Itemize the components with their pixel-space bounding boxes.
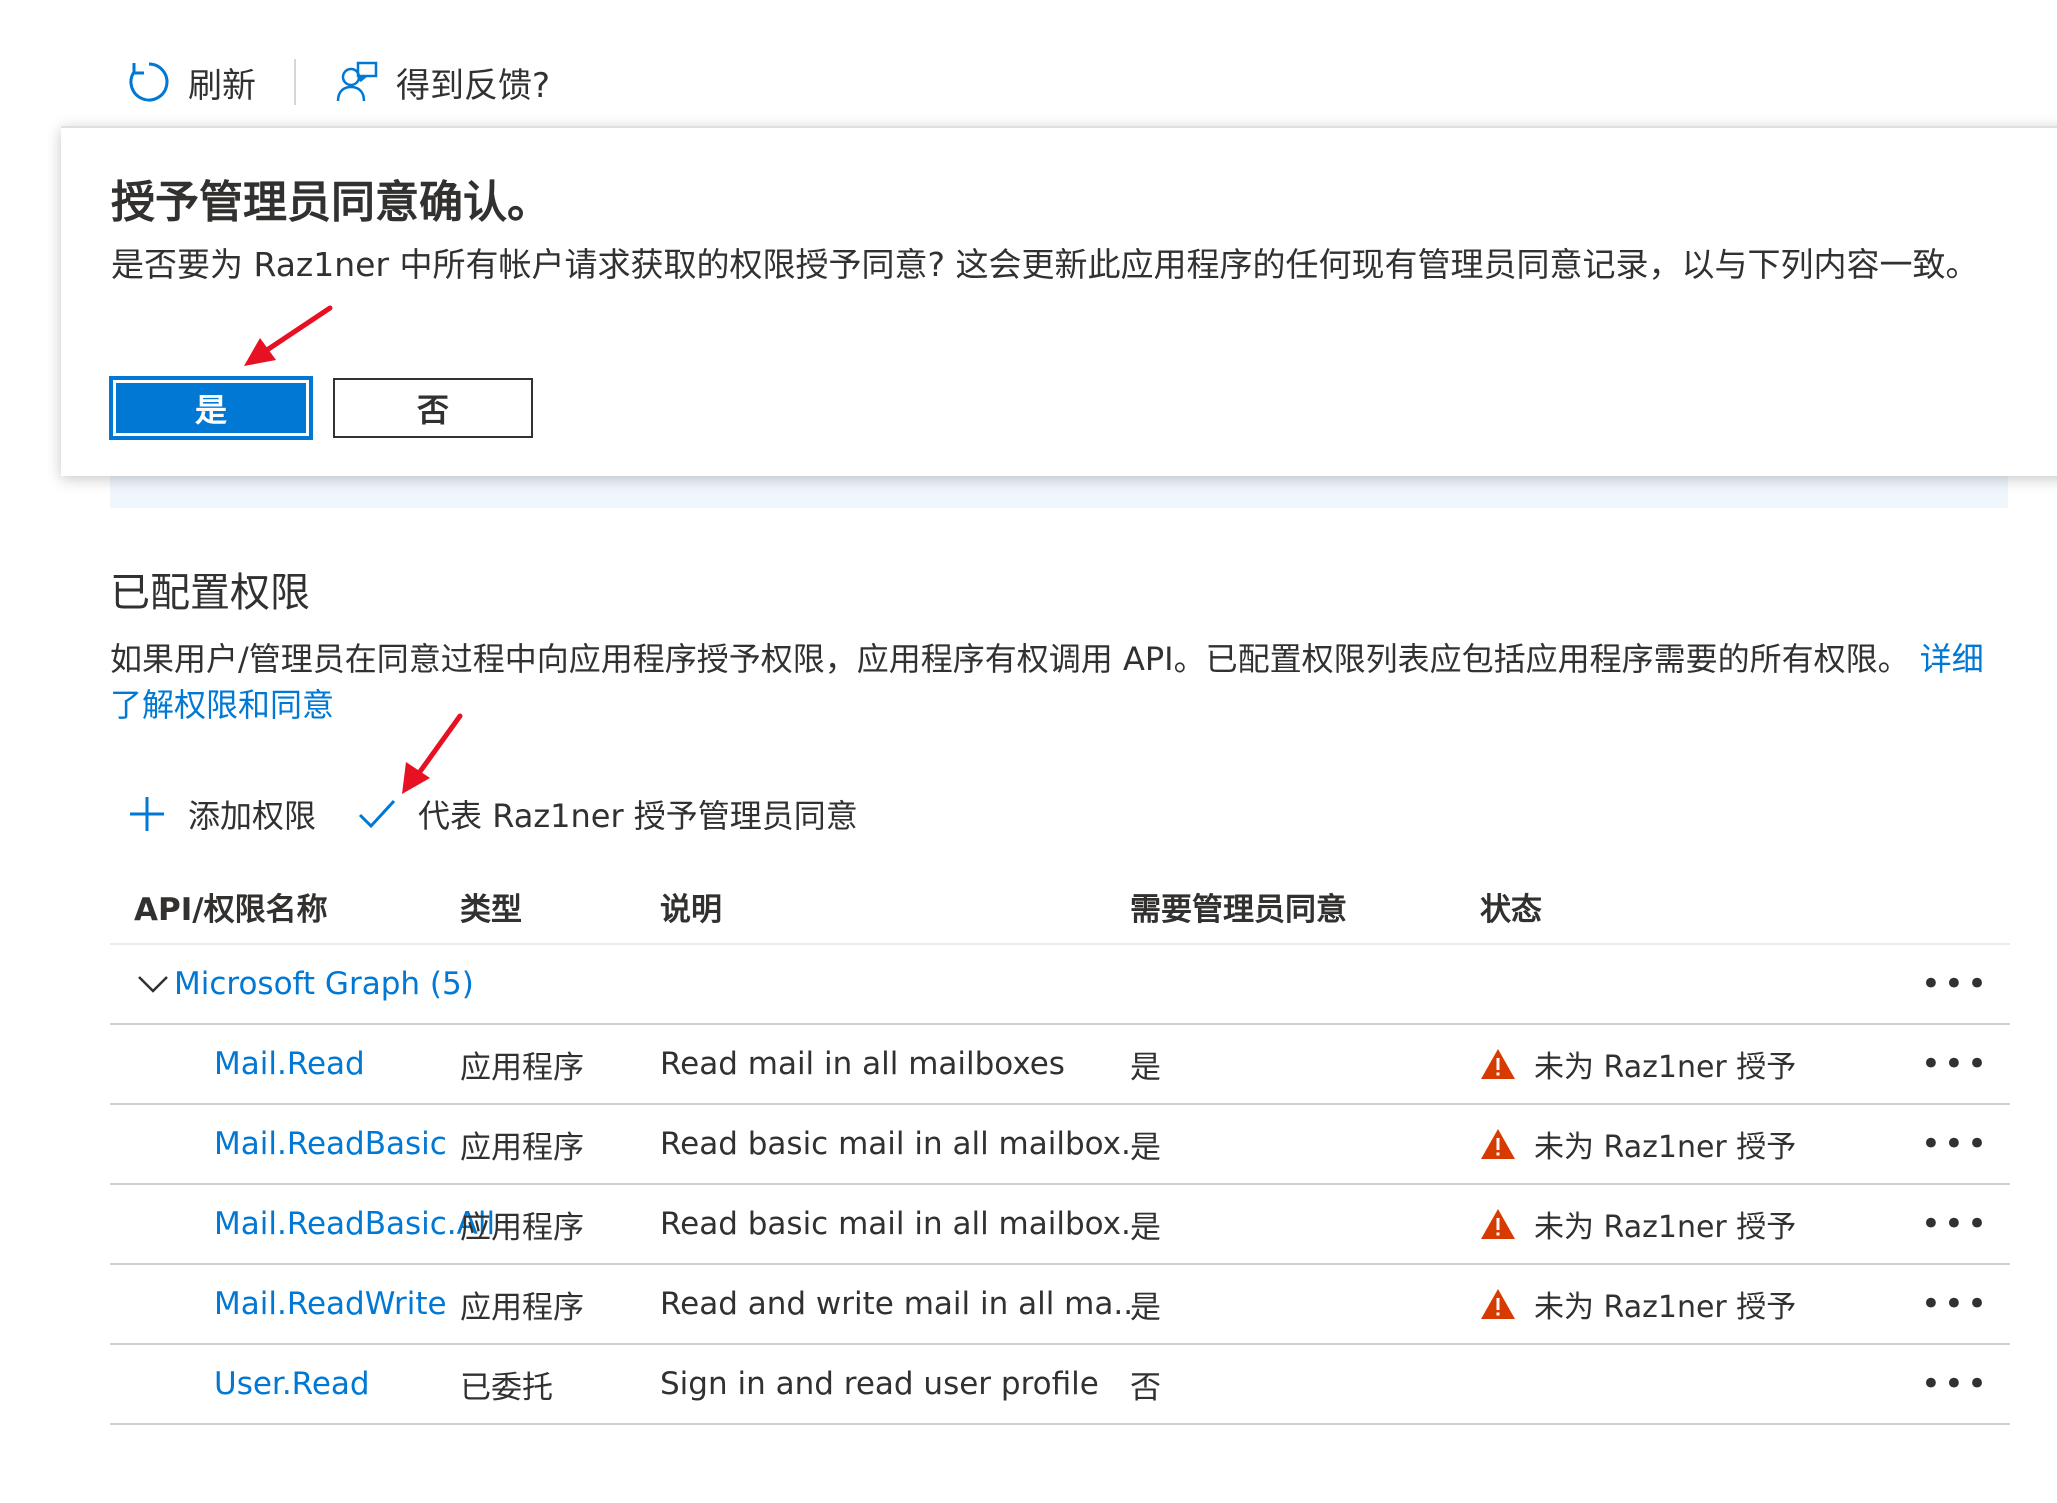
configured-permissions-title: 已配置权限: [110, 570, 310, 616]
admin-consent-required: 否: [1130, 1369, 1161, 1406]
refresh-icon: [129, 62, 169, 102]
permission-type: 应用程序: [460, 1209, 584, 1246]
plus-icon: [130, 797, 164, 831]
column-header-description[interactable]: 说明: [660, 884, 1130, 929]
group-label[interactable]: Microsoft Graph (5): [174, 966, 474, 1002]
group-row-microsoft-graph[interactable]: Microsoft Graph (5) •••: [110, 945, 2010, 1025]
permission-description: Read basic mail in all mailbox...: [660, 1126, 1130, 1162]
table-row: Mail.Read 应用程序 Read mail in all mailboxe…: [110, 1025, 2010, 1105]
status-text: 未为 Raz1ner 授予: [1534, 1130, 1797, 1165]
yes-button[interactable]: 是: [109, 376, 313, 440]
dialog-message: 是否要为 Raz1ner 中所有帐户请求获取的权限授予同意? 这会更新此应用程序…: [111, 245, 1979, 284]
more-options-button[interactable]: •••: [1921, 1124, 1990, 1164]
refresh-button[interactable]: 刷新: [126, 58, 256, 107]
group-toggle[interactable]: Microsoft Graph (5): [110, 966, 1950, 1002]
permission-name-link[interactable]: Mail.ReadWrite: [110, 1286, 460, 1322]
admin-consent-required: 是: [1130, 1129, 1161, 1166]
admin-consent-required: 是: [1130, 1289, 1161, 1326]
feedback-button[interactable]: 得到反馈?: [334, 58, 550, 107]
no-button[interactable]: 否: [333, 378, 533, 438]
table-row: Mail.ReadBasic 应用程序 Read basic mail in a…: [110, 1105, 2010, 1185]
table-row: Mail.ReadWrite 应用程序 Read and write mail …: [110, 1265, 2010, 1345]
permission-type: 应用程序: [460, 1049, 584, 1086]
permissions-description: 如果用户/管理员在同意过程中向应用程序授予权限，应用程序有权调用 API。已配置…: [110, 636, 2015, 728]
permission-description: Sign in and read user profile: [660, 1366, 1099, 1402]
warning-icon: [1481, 1049, 1515, 1079]
column-header-name[interactable]: API/权限名称: [110, 884, 460, 929]
more-options-button[interactable]: •••: [1921, 1044, 1990, 1084]
status-text: 未为 Raz1ner 授予: [1534, 1290, 1797, 1325]
more-options-button[interactable]: •••: [1921, 1284, 1990, 1324]
grant-admin-consent-button[interactable]: 代表 Raz1ner 授予管理员同意: [356, 791, 858, 837]
feedback-label: 得到反馈?: [396, 65, 551, 106]
permission-type: 应用程序: [460, 1289, 584, 1326]
status-cell: 未为 Raz1ner 授予: [1480, 1122, 1950, 1166]
permission-name-link[interactable]: Mail.Read: [110, 1046, 460, 1082]
warning-icon: [1481, 1209, 1515, 1239]
feedback-icon: [336, 61, 378, 102]
permission-type: 应用程序: [460, 1129, 584, 1166]
status-cell: 未为 Raz1ner 授予: [1480, 1282, 1950, 1326]
permission-actions: 添加权限 代表 Raz1ner 授予管理员同意: [126, 788, 858, 840]
status-cell: 未为 Raz1ner 授予: [1480, 1202, 1950, 1246]
add-permission-label: 添加权限: [188, 797, 317, 835]
dialog-title: 授予管理员同意确认。: [111, 177, 551, 228]
column-header-type[interactable]: 类型: [460, 884, 660, 929]
chevron-down-icon: [138, 976, 168, 993]
permission-description: Read basic mail in all mailbox...: [660, 1206, 1130, 1242]
refresh-label: 刷新: [188, 65, 256, 106]
annotation-arrow-icon: [244, 305, 333, 366]
status-text: 未为 Raz1ner 授予: [1534, 1050, 1797, 1085]
permission-type: 已委托: [460, 1369, 553, 1406]
table-row: User.Read 已委托 Sign in and read user prof…: [110, 1345, 2010, 1425]
status-cell: 未为 Raz1ner 授予: [1480, 1042, 1950, 1086]
checkmark-icon: [358, 799, 396, 829]
status-text: 未为 Raz1ner 授予: [1534, 1210, 1797, 1245]
command-bar: 刷新 得到反馈?: [126, 52, 550, 112]
more-options-button[interactable]: •••: [1921, 1364, 1990, 1404]
grant-consent-label: 代表 Raz1ner 授予管理员同意: [418, 797, 858, 835]
add-permission-button[interactable]: 添加权限: [126, 791, 316, 837]
permission-description: Read and write mail in all ma...: [660, 1286, 1130, 1322]
column-header-admin-consent[interactable]: 需要管理员同意: [1130, 884, 1480, 929]
admin-consent-dialog: 授予管理员同意确认。 是否要为 Raz1ner 中所有帐户请求获取的权限授予同意…: [61, 126, 2057, 476]
permission-description: Read mail in all mailboxes: [660, 1046, 1065, 1082]
warning-icon: [1481, 1289, 1515, 1319]
table-row: Mail.ReadBasic.All 应用程序 Read basic mail …: [110, 1185, 2010, 1265]
warning-icon: [1481, 1129, 1515, 1159]
admin-consent-required: 是: [1130, 1209, 1161, 1246]
permission-name-link[interactable]: User.Read: [110, 1366, 460, 1402]
more-options-button[interactable]: •••: [1921, 1204, 1990, 1244]
permission-name-link[interactable]: Mail.ReadBasic.All: [110, 1206, 495, 1242]
permissions-table: API/权限名称 类型 说明 需要管理员同意 状态 Microsoft Grap…: [110, 870, 2010, 1425]
permission-name-link[interactable]: Mail.ReadBasic: [110, 1126, 460, 1162]
table-header: API/权限名称 类型 说明 需要管理员同意 状态: [110, 870, 2010, 945]
description-text: 如果用户/管理员在同意过程中向应用程序授予权限，应用程序有权调用 API。已配置…: [110, 640, 1910, 678]
more-options-button[interactable]: •••: [1921, 964, 1990, 1004]
toolbar-divider: [294, 59, 296, 105]
column-header-status[interactable]: 状态: [1480, 884, 1950, 929]
admin-consent-required: 是: [1130, 1049, 1161, 1086]
